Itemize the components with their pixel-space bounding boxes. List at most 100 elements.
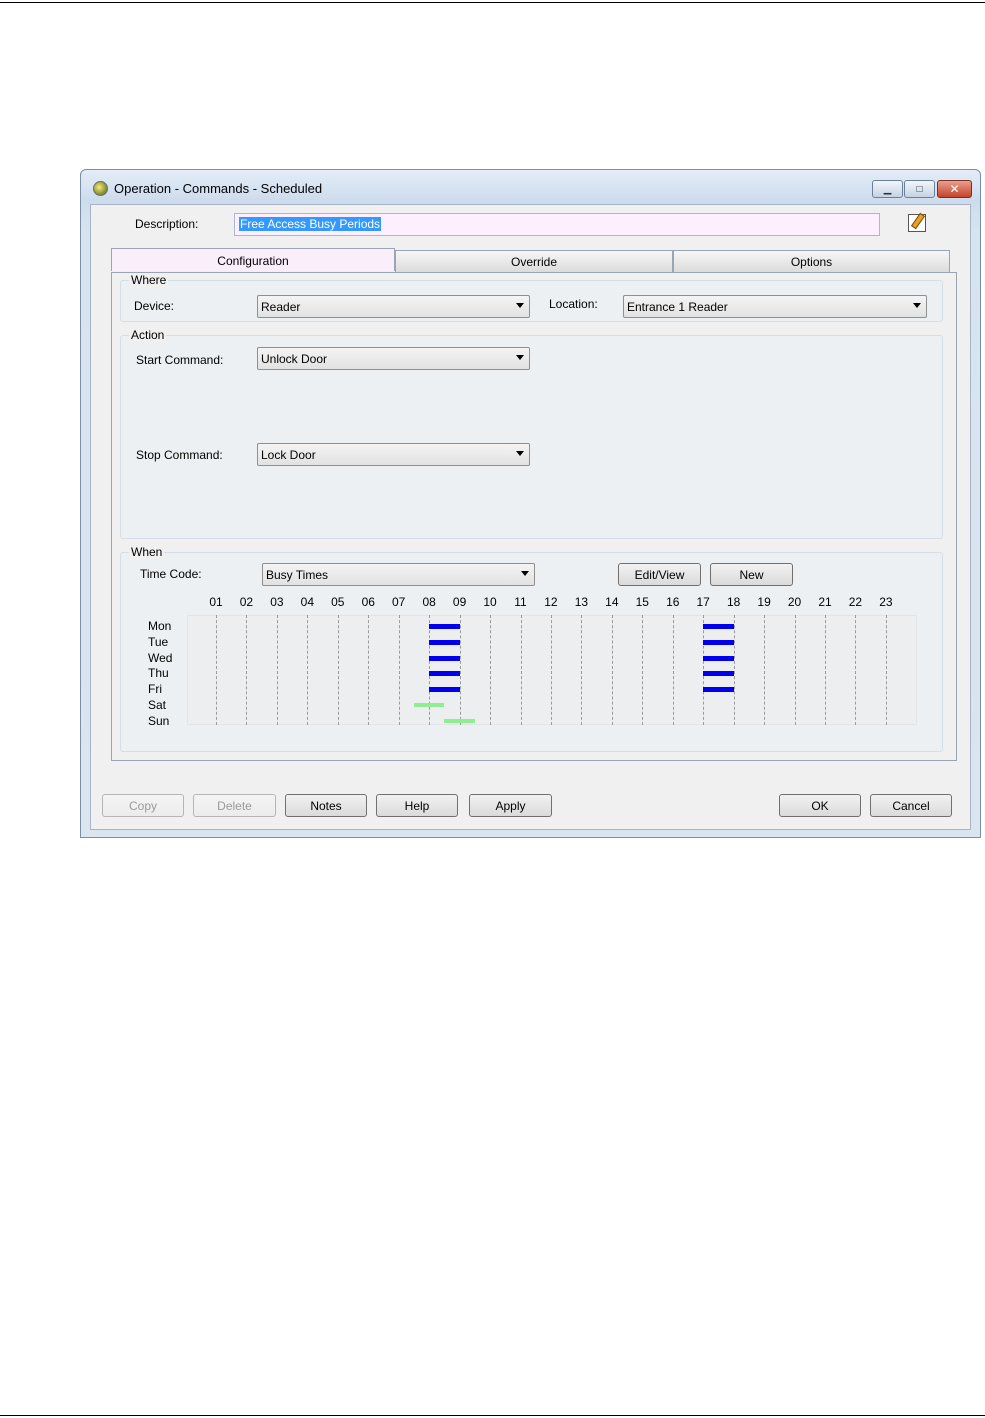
schedule-period-mon — [703, 624, 734, 629]
day-label-tue: Tue — [148, 634, 169, 649]
start-command-label: Start Command: — [136, 353, 224, 367]
description-label: Description: — [135, 217, 199, 231]
location-select-value: Entrance 1 Reader — [627, 300, 728, 314]
hour-label-05: 05 — [331, 595, 345, 609]
schedule-period-tue — [429, 639, 460, 645]
title-bar[interactable]: Operation - Commands - Scheduled ▁ □ ✕ — [81, 170, 980, 204]
hour-label-07: 07 — [392, 595, 406, 609]
start-command-select[interactable]: Unlock Door — [257, 347, 530, 370]
hour-gridline-08 — [429, 615, 431, 725]
device-select-value: Reader — [261, 300, 301, 314]
schedule-period-fri — [703, 687, 734, 693]
schedule-period-thu — [429, 671, 460, 677]
chevron-down-icon — [516, 451, 524, 456]
where-group-title: Where — [129, 273, 169, 287]
edit-notes-icon[interactable] — [908, 214, 926, 232]
hour-gridline-05 — [337, 615, 339, 725]
hour-gridline-14 — [611, 615, 613, 725]
minimize-button[interactable]: ▁ — [872, 180, 903, 198]
app-icon — [93, 181, 108, 196]
cancel-button[interactable]: Cancel — [870, 794, 952, 817]
tab-options[interactable]: Options — [673, 250, 950, 272]
hour-gridline-16 — [672, 615, 674, 725]
hour-label-11: 11 — [514, 595, 527, 609]
maximize-icon: □ — [916, 183, 923, 195]
day-label-sun: Sun — [148, 713, 170, 728]
hour-label-01: 01 — [209, 595, 223, 609]
hour-label-12: 12 — [544, 595, 558, 609]
chevron-down-icon — [913, 303, 921, 308]
action-group-title: Action — [129, 328, 167, 342]
location-select[interactable]: Entrance 1 Reader — [623, 295, 927, 318]
hour-label-10: 10 — [483, 595, 497, 609]
schedule-period-sun — [444, 718, 475, 723]
hour-gridline-15 — [642, 615, 644, 725]
close-icon: ✕ — [949, 182, 960, 196]
hour-label-06: 06 — [361, 595, 375, 609]
copy-button[interactable]: Copy — [102, 794, 184, 817]
hour-gridline-06 — [368, 615, 370, 725]
help-button[interactable]: Help — [376, 794, 458, 817]
stop-command-value: Lock Door — [261, 448, 316, 462]
hour-gridline-21 — [825, 615, 826, 725]
hour-label-08: 08 — [422, 595, 436, 609]
tab-configuration[interactable]: Configuration — [111, 248, 395, 271]
hour-label-18: 18 — [726, 595, 741, 609]
hour-gridline-10 — [490, 615, 492, 725]
hour-gridline-03 — [276, 615, 278, 725]
hour-gridline-09 — [459, 615, 461, 725]
start-command-value: Unlock Door — [261, 352, 328, 366]
hour-label-04: 04 — [300, 595, 315, 609]
hour-gridline-04 — [307, 615, 309, 725]
hour-gridline-11 — [520, 615, 522, 725]
hour-gridline-23 — [885, 615, 887, 725]
schedule-period-wed — [703, 655, 734, 661]
hour-label-21: 21 — [818, 595, 832, 609]
close-button[interactable]: ✕ — [937, 180, 972, 198]
minimize-icon: ▁ — [883, 183, 892, 195]
schedule-period-wed — [429, 655, 460, 661]
chevron-down-icon — [516, 355, 524, 360]
where-group: Where Device: Reader Location: Entrance … — [120, 273, 943, 322]
description-value: Free Access Busy Periods — [239, 217, 382, 231]
notes-button[interactable]: Notes — [285, 794, 367, 817]
ok-button[interactable]: OK — [779, 794, 861, 817]
configuration-panel: Where Device: Reader Location: Entrance … — [111, 272, 957, 761]
hour-gridline-07 — [398, 615, 400, 725]
hour-label-02: 02 — [239, 595, 254, 609]
apply-button[interactable]: Apply — [469, 794, 552, 817]
page-bottom-rule — [0, 1415, 985, 1416]
hour-label-13: 13 — [574, 595, 589, 609]
hour-label-22: 22 — [848, 595, 863, 609]
schedule-period-fri — [429, 687, 460, 693]
schedule-period-mon — [429, 624, 460, 629]
hour-gridline-20 — [794, 615, 796, 725]
chevron-down-icon — [516, 303, 524, 308]
window-title: Operation - Commands - Scheduled — [114, 181, 323, 196]
device-select[interactable]: Reader — [257, 295, 530, 318]
hour-gridline-22 — [855, 615, 857, 725]
tab-override[interactable]: Override — [395, 250, 673, 272]
hour-gridline-18 — [733, 615, 735, 725]
hour-label-19: 19 — [757, 595, 771, 609]
action-group: Action Start Command: Unlock Door Stop C… — [120, 328, 943, 539]
device-label: Device: — [134, 299, 175, 313]
delete-button[interactable]: Delete — [193, 794, 276, 817]
schedule-period-sat — [413, 703, 445, 707]
day-label-mon: Mon — [148, 619, 172, 633]
day-label-wed: Wed — [148, 650, 173, 665]
dialog-client-area: Description: Free Access Busy Periods Co… — [90, 204, 971, 830]
hour-gridline-12 — [550, 615, 552, 725]
dialog-window: Operation - Commands - Scheduled ▁ □ ✕ D… — [80, 169, 981, 838]
schedule-period-thu — [703, 671, 734, 677]
stop-command-select[interactable]: Lock Door — [257, 443, 530, 466]
location-label: Location: — [549, 297, 598, 311]
maximize-button[interactable]: □ — [904, 180, 935, 198]
hour-gridline-17 — [703, 615, 705, 725]
day-label-sat: Sat — [148, 698, 167, 712]
schedule-grid-area — [187, 615, 917, 725]
hour-label-16: 16 — [666, 595, 680, 609]
description-input[interactable]: Free Access Busy Periods — [234, 213, 880, 236]
stop-command-label: Stop Command: — [136, 448, 223, 462]
hour-label-03: 03 — [270, 595, 284, 609]
